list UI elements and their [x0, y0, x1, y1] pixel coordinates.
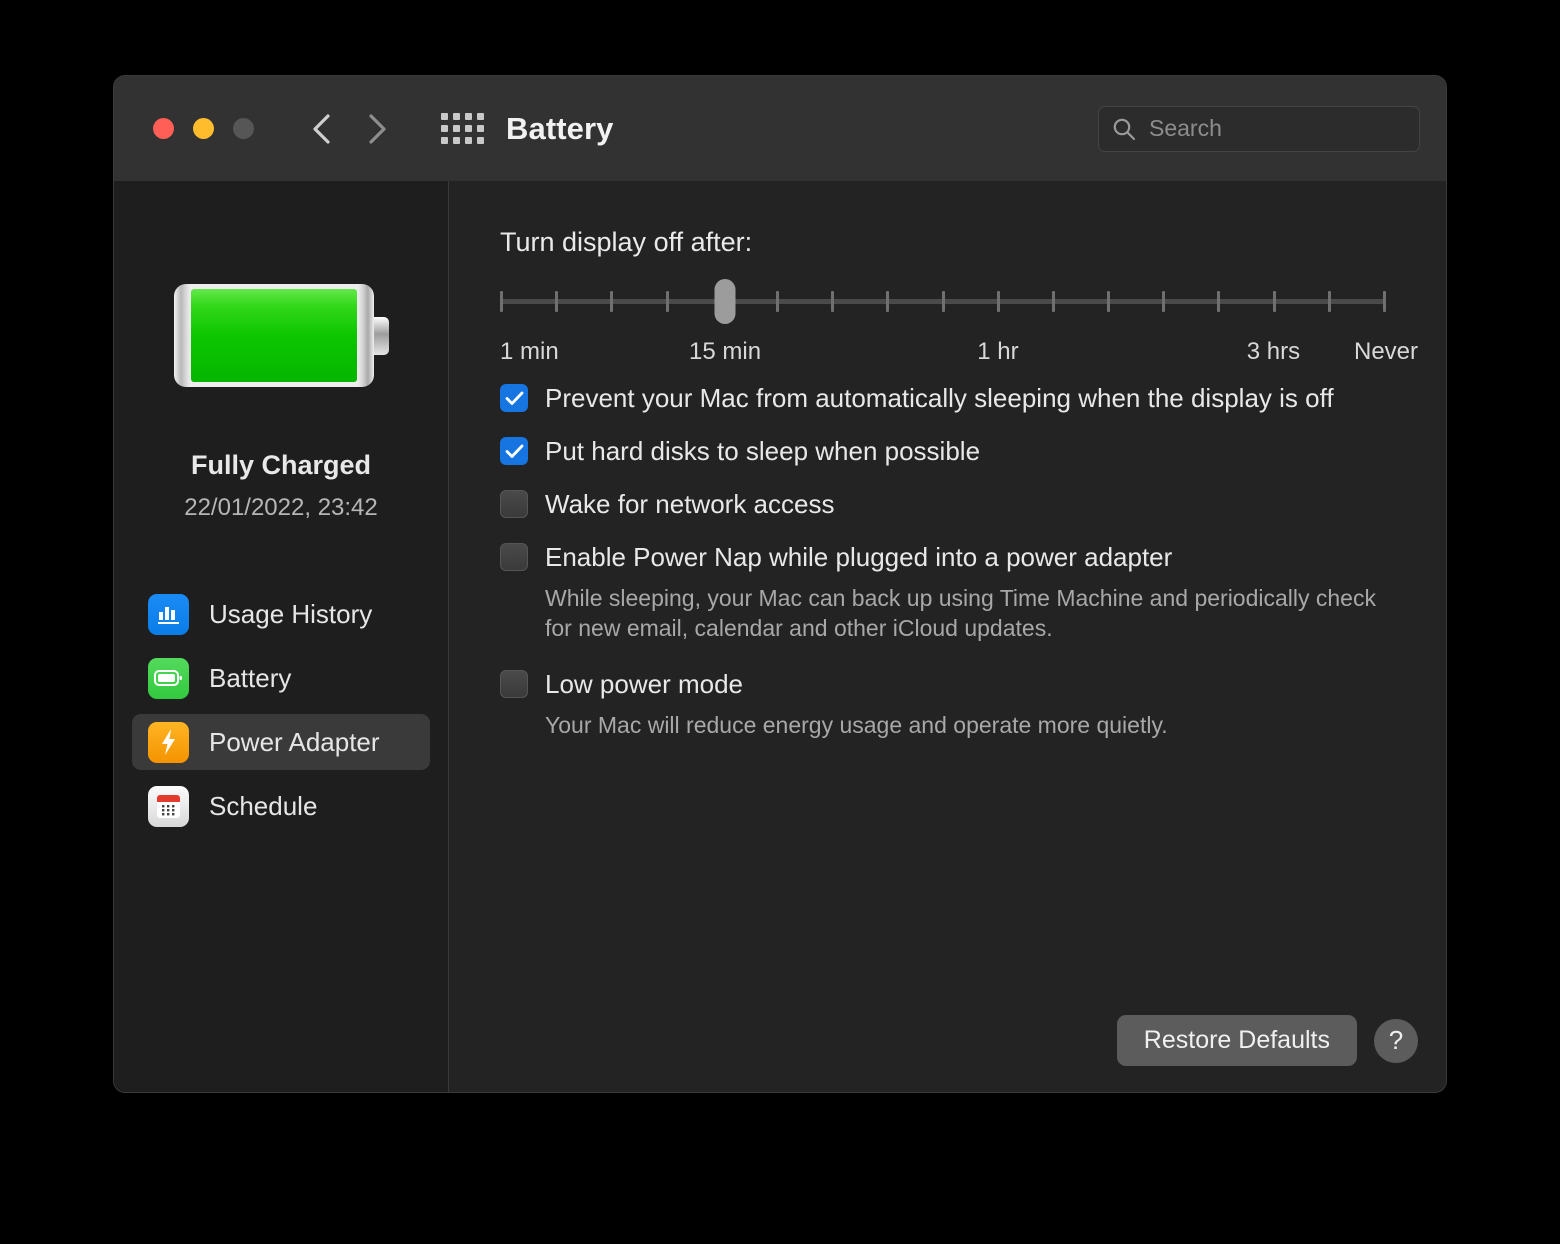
battery-shell — [173, 284, 374, 387]
slider-title: Turn display off after: — [500, 227, 753, 257]
battery-timestamp: 22/01/2022, 23:42 — [184, 494, 378, 521]
slider-tick — [831, 291, 835, 312]
slider-tick — [996, 291, 1000, 312]
option-power-nap[interactable]: Enable Power Nap while plugged into a po… — [500, 538, 1400, 577]
option-hard-disks-sleep[interactable]: Put hard disks to sleep when possible — [500, 432, 1400, 471]
sidebar-item-power-adapter[interactable]: Power Adapter — [132, 714, 430, 770]
help-button[interactable]: ? — [1374, 1018, 1418, 1063]
grid-apps-icon[interactable] — [440, 112, 484, 146]
sidebar-item-usage-history[interactable]: Usage History — [132, 586, 430, 642]
battery-full-icon — [173, 284, 389, 387]
option-low-power-mode[interactable]: Low power mode — [500, 665, 1400, 704]
checkbox-unchecked[interactable] — [500, 670, 528, 698]
navigation-buttons — [308, 112, 390, 146]
sidebar-item-label: Battery — [209, 662, 292, 693]
footer-buttons: Restore Defaults ? — [1116, 1015, 1418, 1066]
slider-tick — [610, 291, 614, 312]
sidebar-nav-list: Usage History Battery Power Adapter Sche… — [114, 586, 448, 842]
search-field[interactable]: Search — [1098, 105, 1420, 152]
sidebar-item-label: Schedule — [209, 790, 318, 821]
slider-tick — [941, 291, 945, 312]
sidebar-item-battery[interactable]: Battery — [132, 650, 430, 706]
option-label: Enable Power Nap while plugged into a po… — [545, 542, 1173, 572]
battery-preferences-window: Battery Search Fully Charged 22/01/2022,… — [113, 75, 1447, 1093]
slider-label: 15 min — [689, 338, 762, 365]
slider-tick — [1107, 291, 1111, 312]
content-pane: Turn display off after: 1 min 15 min 1 hr 3… — [449, 181, 1446, 1092]
slider-tick — [1327, 291, 1331, 312]
options-list: Prevent your Mac from automatically slee… — [500, 379, 1400, 740]
slider-labels: 1 min 15 min 1 hr 3 hrs Never — [500, 338, 1418, 370]
slider-tick — [665, 291, 669, 312]
checkbox-checked[interactable] — [500, 384, 528, 412]
checkbox-unchecked[interactable] — [500, 543, 528, 571]
option-prevent-sleep[interactable]: Prevent your Mac from automatically slee… — [500, 379, 1400, 418]
battery-terminal — [371, 317, 389, 355]
schedule-calendar-icon — [148, 785, 189, 827]
battery-icon — [148, 657, 189, 699]
battery-fill — [190, 289, 357, 382]
slider-tick — [1217, 291, 1221, 312]
window-titlebar: Battery Search — [114, 76, 1446, 181]
sidebar-item-label: Power Adapter — [209, 726, 380, 757]
page-title: Battery — [506, 110, 614, 146]
option-description: Your Mac will reduce energy usage and op… — [545, 712, 1168, 738]
window-body: Fully Charged 22/01/2022, 23:42 Usage Hi… — [114, 181, 1446, 1092]
display-sleep-slider[interactable] — [500, 279, 1386, 324]
slider-label: Never — [1353, 338, 1419, 365]
slider-tick — [500, 291, 503, 312]
sidebar: Fully Charged 22/01/2022, 23:42 Usage Hi… — [114, 181, 449, 1092]
zoom-button[interactable] — [233, 118, 254, 139]
usage-history-icon — [148, 593, 189, 635]
slider-tick — [1272, 291, 1276, 312]
slider-label: 3 hrs — [1246, 338, 1301, 365]
forward-button[interactable] — [364, 112, 390, 146]
restore-defaults-button[interactable]: Restore Defaults — [1116, 1015, 1357, 1066]
search-placeholder: Search — [1149, 115, 1222, 141]
sidebar-item-schedule[interactable]: Schedule — [132, 778, 430, 834]
close-button[interactable] — [153, 118, 174, 139]
option-wake-for-network[interactable]: Wake for network access — [500, 485, 1400, 524]
option-label: Prevent your Mac from automatically slee… — [545, 383, 1334, 413]
option-label: Put hard disks to sleep when possible — [545, 436, 981, 466]
slider-tick — [555, 291, 559, 312]
slider-tick — [1162, 291, 1166, 312]
option-label: Low power mode — [545, 669, 743, 699]
checkbox-unchecked[interactable] — [500, 490, 528, 518]
power-adapter-icon — [148, 721, 189, 763]
minimize-button[interactable] — [193, 118, 214, 139]
search-icon — [1111, 116, 1137, 142]
back-button[interactable] — [308, 112, 334, 146]
option-label: Wake for network access — [545, 489, 835, 519]
slider-thumb[interactable] — [714, 279, 736, 324]
slider-tick — [1383, 291, 1386, 312]
slider-label: 1 hr — [977, 338, 1019, 365]
option-description: While sleeping, your Mac can back up usi… — [545, 585, 1376, 641]
checkbox-checked[interactable] — [500, 437, 528, 465]
battery-status-text: Fully Charged — [190, 450, 372, 480]
slider-tick — [775, 291, 779, 312]
slider-tick — [886, 291, 890, 312]
slider-label: 1 min — [500, 338, 559, 365]
traffic-lights — [153, 118, 254, 139]
slider-tick — [1051, 291, 1055, 312]
sidebar-item-label: Usage History — [209, 598, 373, 629]
